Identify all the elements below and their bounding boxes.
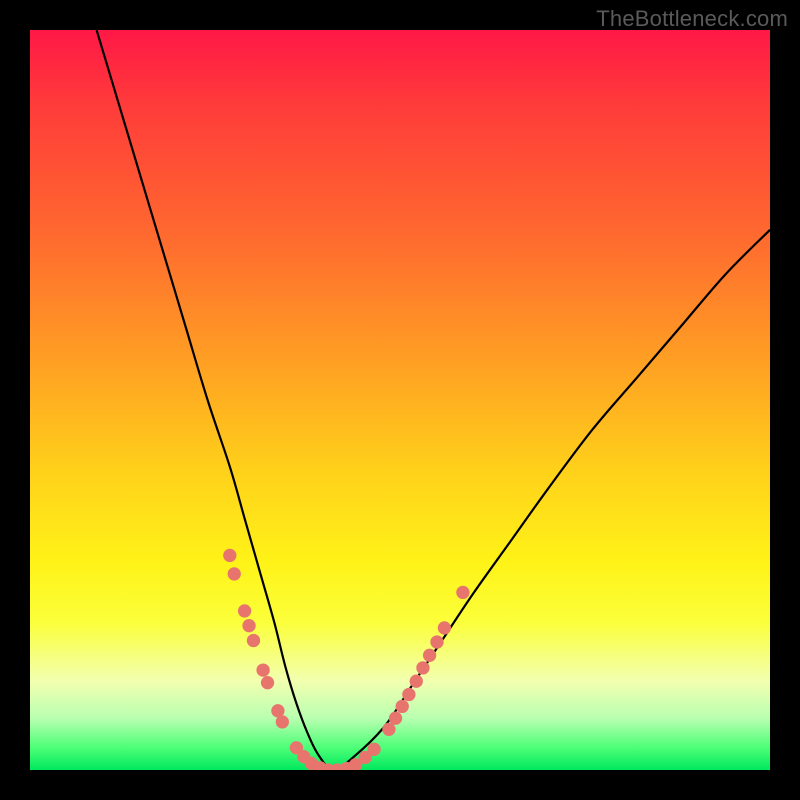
sample-markers (223, 549, 469, 770)
sample-point (359, 751, 372, 764)
sample-point (396, 700, 409, 713)
sample-point (276, 715, 289, 728)
sample-point (261, 676, 274, 689)
sample-point (238, 604, 251, 617)
sample-point (430, 635, 443, 648)
sample-point (223, 549, 236, 562)
curve-svg (30, 30, 770, 770)
chart-frame: TheBottleneck.com (0, 0, 800, 800)
sample-point (367, 743, 380, 756)
sample-point (242, 619, 255, 632)
sample-point (297, 750, 310, 763)
sample-point (382, 723, 395, 736)
sample-point (330, 763, 343, 770)
bottleneck-curve (97, 30, 770, 770)
sample-point (313, 761, 326, 770)
sample-point (389, 712, 402, 725)
sample-point (423, 649, 436, 662)
sample-point (416, 661, 429, 674)
sample-point (256, 663, 269, 676)
sample-point (402, 688, 415, 701)
plot-area (30, 30, 770, 770)
sample-point (305, 757, 318, 770)
sample-point (290, 741, 303, 754)
sample-point (271, 704, 284, 717)
sample-point (322, 763, 335, 770)
sample-point (228, 567, 241, 580)
sample-point (410, 675, 423, 688)
sample-point (438, 621, 451, 634)
sample-point (340, 762, 353, 770)
sample-point (456, 586, 469, 599)
sample-point (349, 758, 362, 770)
sample-point (247, 634, 260, 647)
watermark-text: TheBottleneck.com (596, 6, 788, 32)
